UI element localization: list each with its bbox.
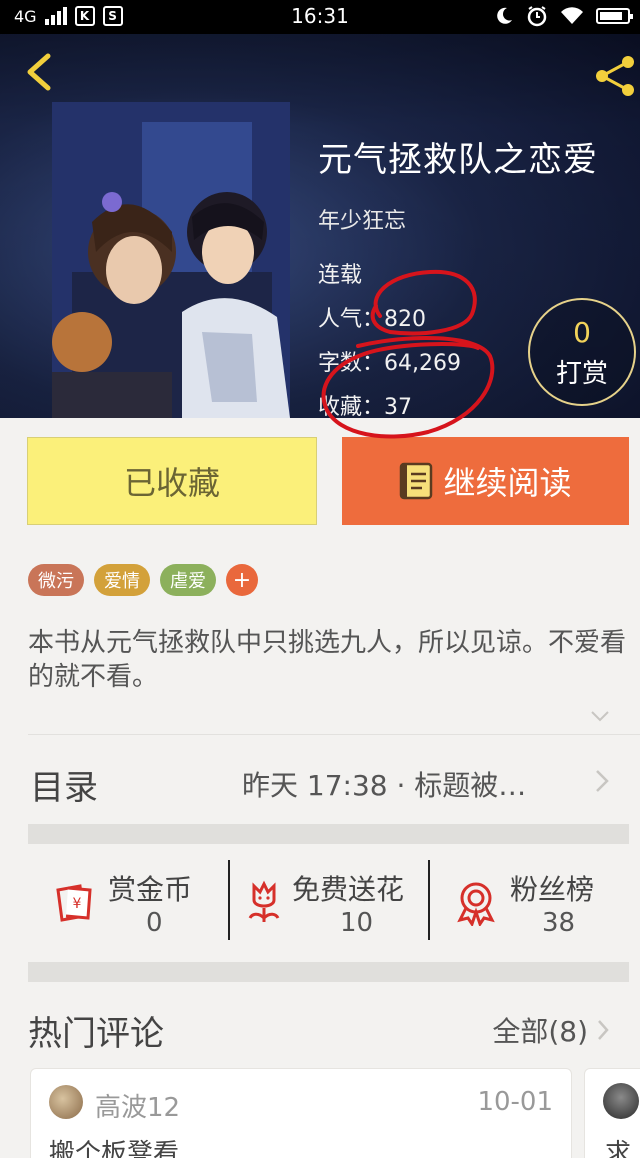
fans-ranking-value: 38 <box>542 908 576 938</box>
comment-card[interactable]: 求 <box>584 1068 640 1158</box>
section-separator <box>28 962 629 982</box>
word-count-label: 字数： <box>318 351 385 376</box>
continue-reading-button[interactable]: 继续阅读 <box>342 437 629 525</box>
book-title: 元气拯救队之恋爱 <box>318 140 598 180</box>
support-stats: ¥ 赏金币 0 免费送花 10 粉丝榜 38 <box>28 846 629 962</box>
section-separator <box>28 824 629 844</box>
add-tag-button[interactable]: + <box>226 564 258 596</box>
table-of-contents-row[interactable]: 目录 昨天 17:38 · 标题被… <box>0 736 640 824</box>
avatar[interactable] <box>49 1085 83 1119</box>
back-chevron-icon[interactable] <box>18 50 62 94</box>
chevron-down-icon[interactable] <box>588 704 612 728</box>
favorites-label: 收藏： <box>318 395 385 420</box>
all-comments-label: 全部(8) <box>492 1015 588 1048</box>
free-flowers-value: 10 <box>340 908 374 938</box>
tag-list: 微污 爱情 虐爱 + <box>28 564 258 596</box>
fans-ranking-cell[interactable]: 粉丝榜 38 <box>430 846 629 962</box>
svg-text:¥: ¥ <box>73 896 82 912</box>
reward-label: 打赏 <box>555 359 608 389</box>
coins-cell[interactable]: ¥ 赏金币 0 <box>28 846 228 962</box>
comment-card[interactable]: 高波12 10-01 搬个板凳看 <box>30 1068 572 1158</box>
fans-ranking-label: 粉丝榜 <box>510 873 595 906</box>
favorited-label: 已收藏 <box>123 464 220 502</box>
popularity-label: 人气： <box>318 307 385 332</box>
flower-icon <box>248 880 280 922</box>
word-count-value: 64,269 <box>384 351 461 376</box>
red-envelope-icon: ¥ <box>56 884 92 922</box>
status-bar: 4G K S 16:31 <box>0 0 640 34</box>
toc-latest-update: 昨天 17:38 · 标题被… <box>242 769 527 802</box>
reward-button[interactable]: 0 打赏 <box>528 298 636 406</box>
comment-date: 10-01 <box>477 1087 553 1117</box>
avatar[interactable] <box>603 1083 639 1119</box>
popularity-value: 820 <box>384 307 427 332</box>
battery-icon <box>596 8 633 24</box>
all-comments-link[interactable]: 全部(8) <box>492 1010 610 1050</box>
toc-title: 目录 <box>30 768 98 808</box>
book-icon <box>400 462 433 500</box>
tag-aiqing[interactable]: 爱情 <box>94 564 150 596</box>
coins-label: 赏金币 <box>108 873 193 906</box>
medal-icon <box>457 882 495 926</box>
wifi-icon <box>561 7 583 24</box>
book-author[interactable]: 年少狂忘 <box>318 203 598 235</box>
chevron-right-icon <box>598 1020 609 1040</box>
book-cover-image[interactable] <box>52 102 290 418</box>
share-icon[interactable] <box>592 54 638 100</box>
book-detail-page: 4G K S 16:31 元气拯救队之恋爱 年少狂忘 连载 人气：820 字数：… <box>0 0 640 1158</box>
book-description: 本书从元气拯救队中只挑选九人，所以见谅。不爱看的就不看。 <box>28 628 627 692</box>
favorited-button[interactable]: 已收藏 <box>27 437 317 525</box>
comment-text: 求 <box>605 1139 632 1158</box>
hot-comments-title: 热门评论 <box>28 1014 164 1054</box>
continue-reading-label: 继续阅读 <box>443 464 572 502</box>
book-status: 连载 <box>318 263 363 288</box>
free-flowers-cell[interactable]: 免费送花 10 <box>230 846 428 962</box>
moon-icon <box>497 7 512 24</box>
tag-weiwu[interactable]: 微污 <box>28 564 84 596</box>
comment-text: 搬个板凳看 <box>49 1139 180 1158</box>
chevron-right-icon <box>596 770 609 792</box>
tag-nueai[interactable]: 虐爱 <box>160 564 216 596</box>
favorites-value: 37 <box>384 395 413 420</box>
coins-value: 0 <box>146 908 163 938</box>
free-flowers-label: 免费送花 <box>292 873 405 906</box>
alarm-icon <box>527 6 547 27</box>
comment-username[interactable]: 高波12 <box>95 1087 180 1124</box>
divider <box>28 734 640 735</box>
reward-count: 0 <box>573 316 591 349</box>
